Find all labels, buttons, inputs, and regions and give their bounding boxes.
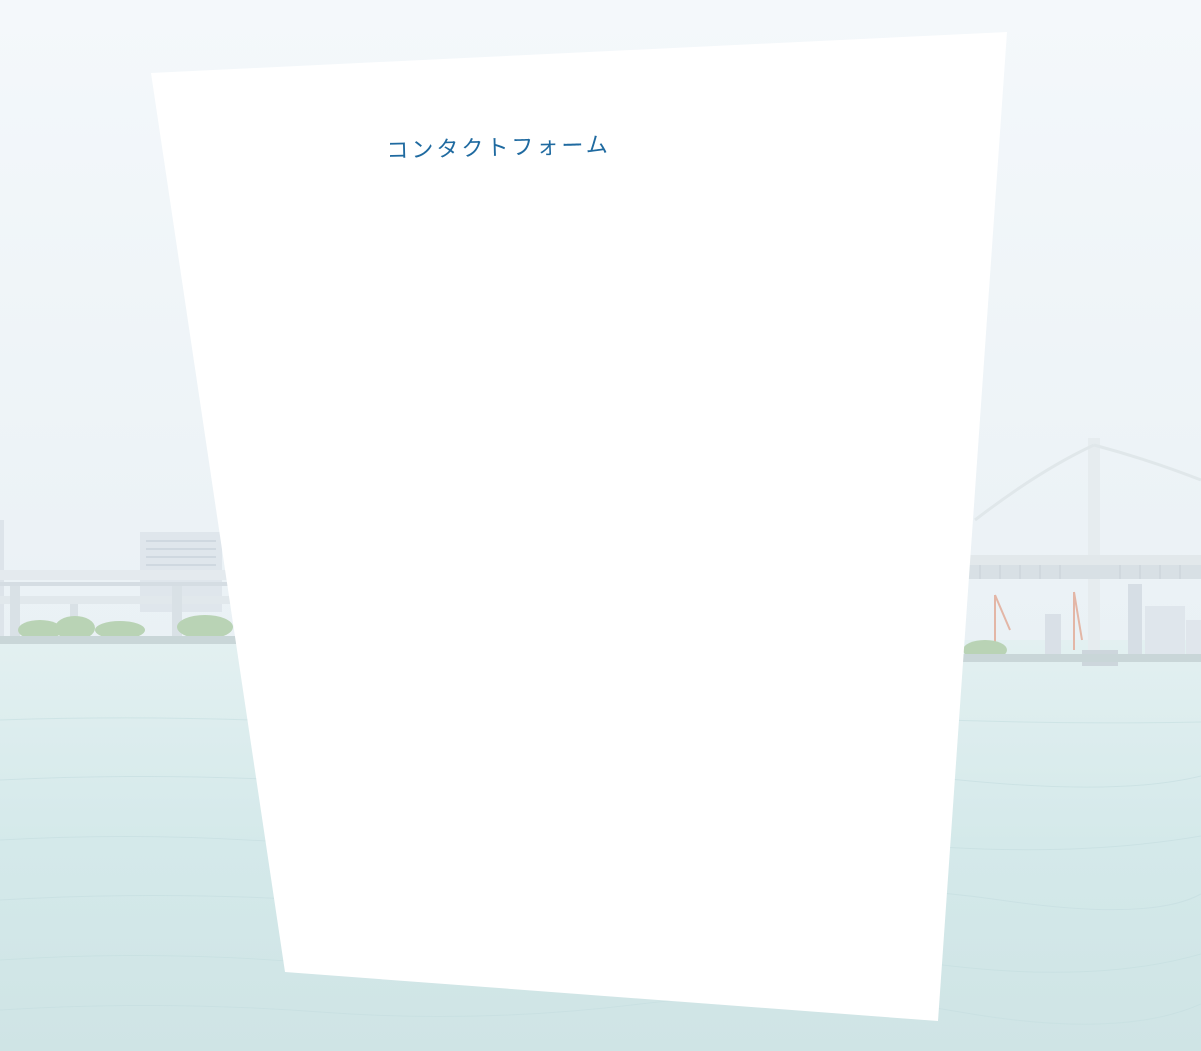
- waterfront-bridge-image: [0, 0, 1201, 1051]
- background-photo: [0, 0, 1201, 1051]
